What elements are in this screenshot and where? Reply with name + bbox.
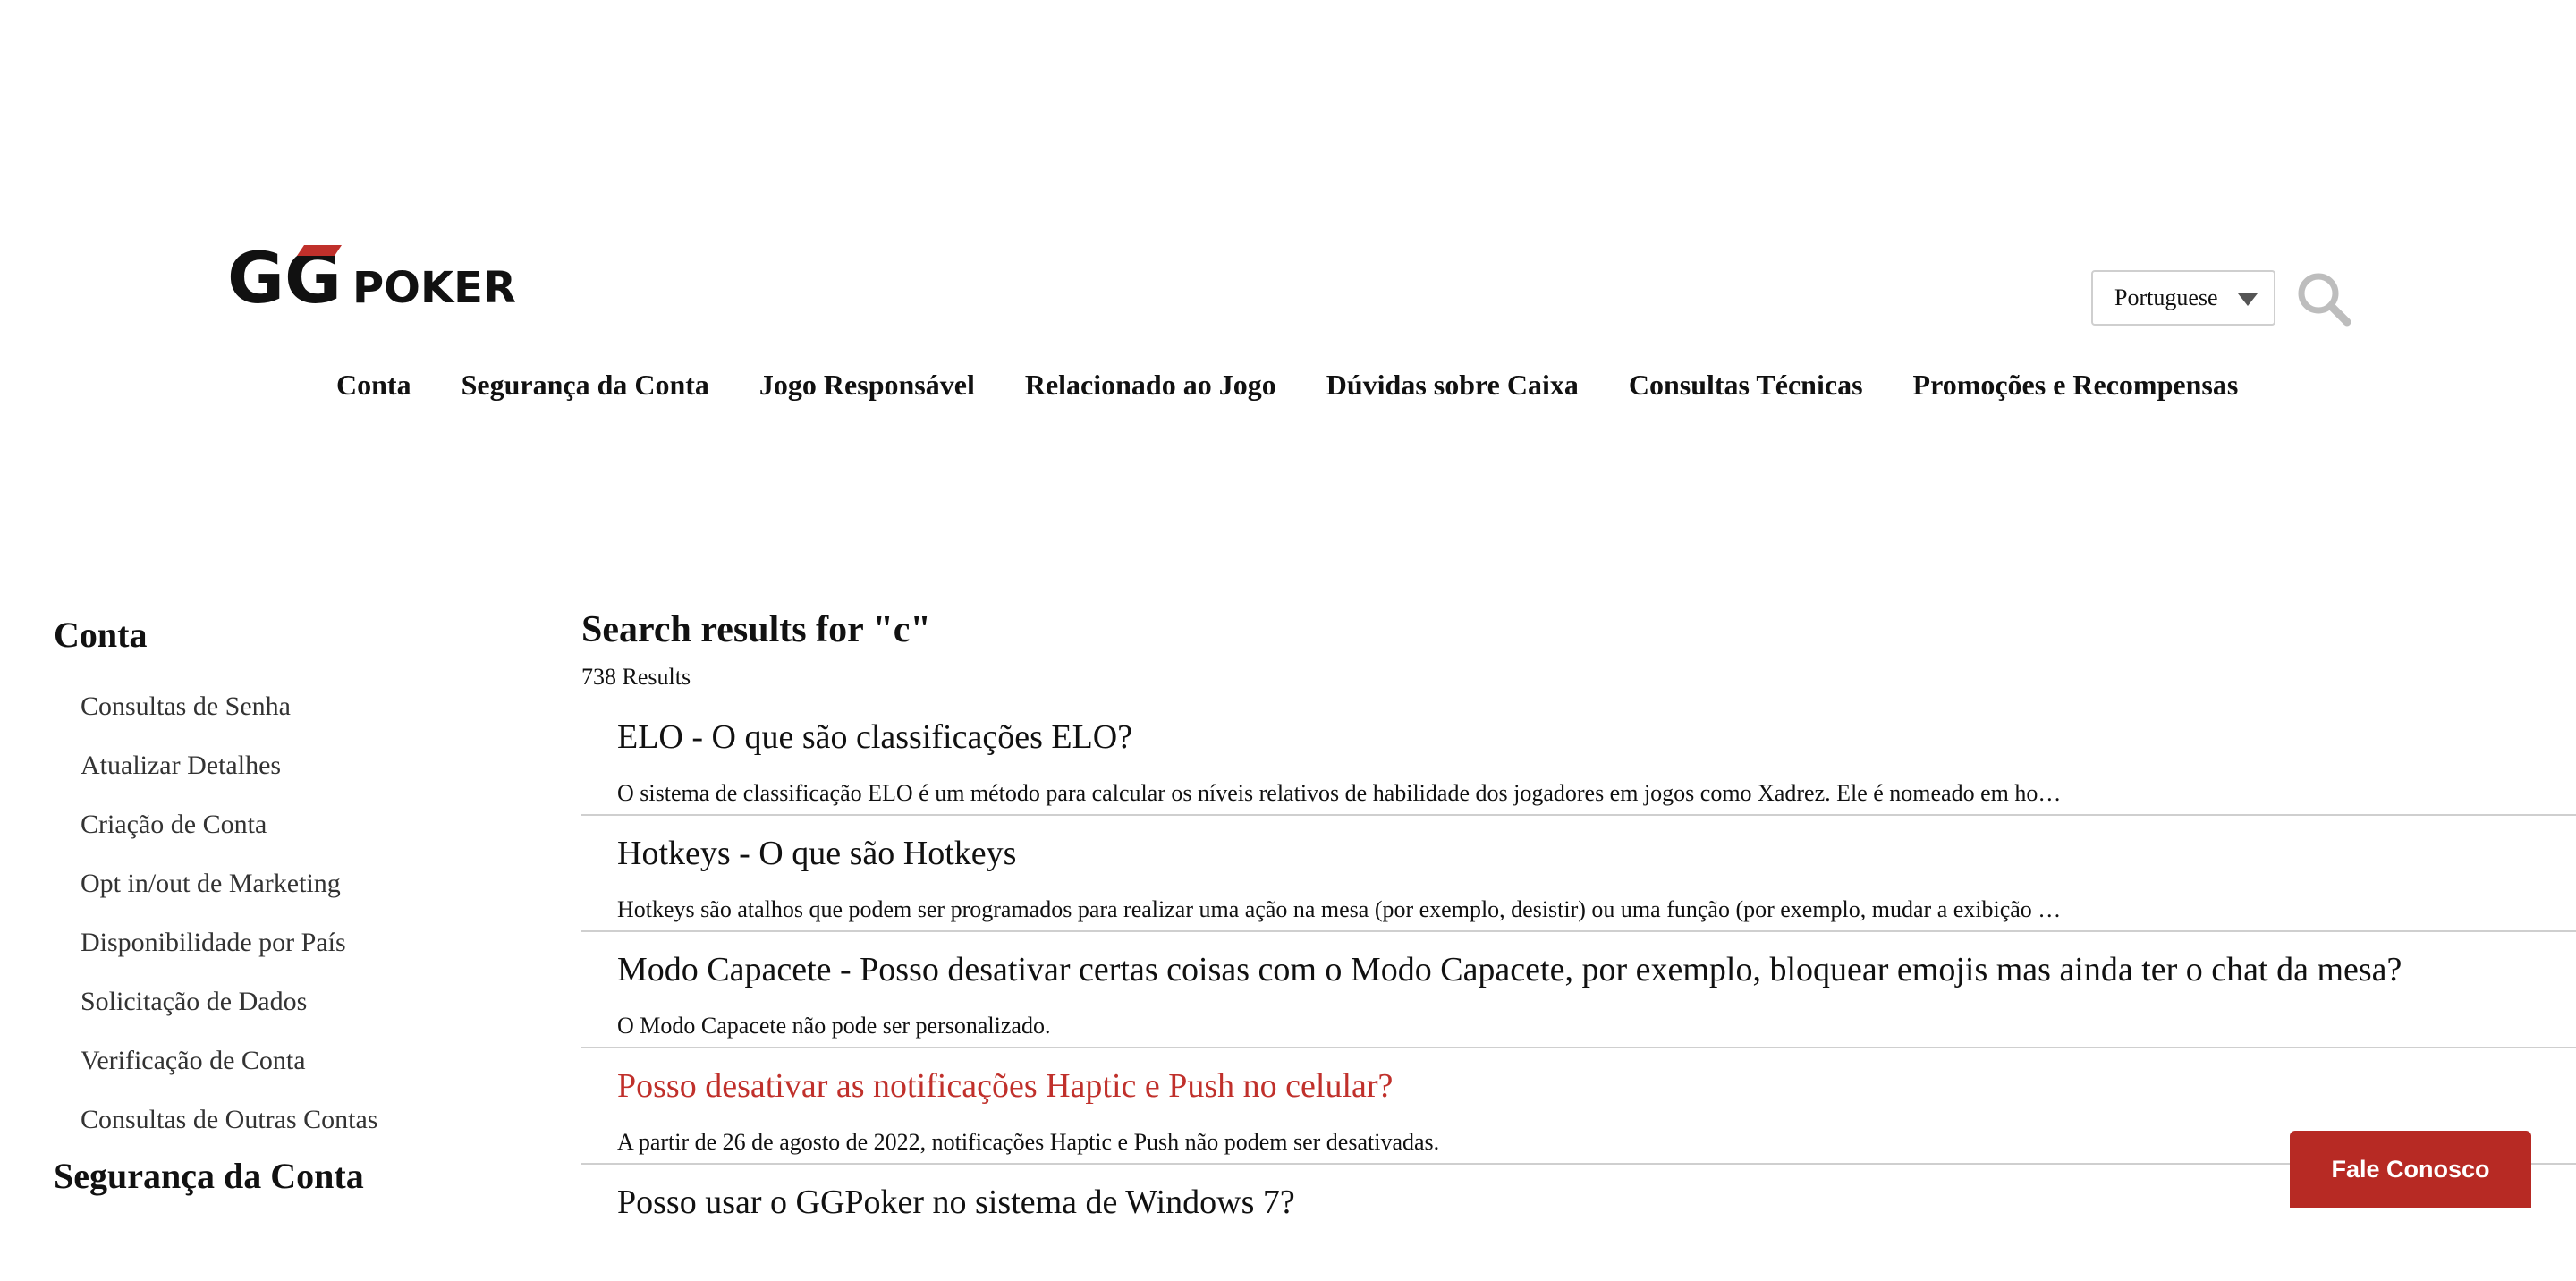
sidebar-item-consultas-senha[interactable]: Consultas de Senha (80, 677, 519, 736)
sidebar-item-outras-contas[interactable]: Consultas de Outras Contas (80, 1090, 519, 1150)
result-snippet: O Modo Capacete não pode ser personaliza… (617, 1013, 1051, 1039)
nav-item-promocoes[interactable]: Promoções e Recompensas (1913, 369, 2239, 402)
chevron-down-icon (2238, 293, 2258, 306)
language-selected-value: Portuguese (2114, 284, 2218, 310)
sidebar-item-criacao-conta[interactable]: Criação de Conta (80, 795, 519, 854)
result-title-hovered[interactable]: Posso desativar as notificações Haptic e… (617, 1066, 1393, 1106)
sidebar-section-title[interactable]: Conta (54, 614, 519, 656)
result-title[interactable]: Hotkeys - O que são Hotkeys (617, 834, 1016, 873)
language-select[interactable]: Portuguese (2091, 270, 2275, 326)
search-icon[interactable] (2295, 270, 2352, 327)
sidebar-list: Consultas de Senha Atualizar Detalhes Cr… (54, 677, 519, 1150)
result-snippet: Hotkeys são atalhos que podem ser progra… (617, 896, 2062, 922)
result-title[interactable]: Modo Capacete - Posso desativar certas c… (617, 950, 2402, 989)
nav-item-relacionado-jogo[interactable]: Relacionado ao Jogo (1025, 369, 1276, 402)
main-nav: Conta Segurança da Conta Jogo Responsáve… (336, 369, 2288, 402)
result-snippet: A partir de 26 de agosto de 2022, notifi… (617, 1129, 1440, 1155)
sidebar-item-opt-marketing[interactable]: Opt in/out de Marketing (80, 854, 519, 913)
sidebar-item-verificacao-conta[interactable]: Verificação de Conta (80, 1031, 519, 1090)
contact-button[interactable]: Fale Conosco (2290, 1131, 2531, 1208)
logo-poker-text: POKER (352, 263, 516, 313)
nav-item-conta[interactable]: Conta (336, 369, 411, 402)
result-item: Posso desativar as notificações Haptic e… (581, 1048, 2576, 1165)
nav-item-seguranca[interactable]: Segurança da Conta (462, 369, 709, 402)
result-title[interactable]: ELO - O que são classificações ELO? (617, 717, 1132, 757)
results-heading: Search results for "c" (581, 609, 931, 650)
sidebar-next-section-title[interactable]: Segurança da Conta (54, 1155, 519, 1197)
result-item: ELO - O que são classificações ELO? O si… (581, 700, 2576, 816)
ggpoker-logo[interactable]: GG POKER (227, 242, 528, 313)
nav-item-duvidas-caixa[interactable]: Dúvidas sobre Caixa (1326, 369, 1579, 402)
search-results: Search results for "c" 738 Results ELO -… (581, 608, 2576, 1281)
sidebar-item-disponibilidade-pais[interactable]: Disponibilidade por País (80, 913, 519, 972)
result-title[interactable]: Posso usar o GGPoker no sistema de Windo… (617, 1183, 1295, 1222)
sidebar: Conta Consultas de Senha Atualizar Detal… (54, 614, 519, 1218)
result-item: Posso usar o GGPoker no sistema de Windo… (581, 1165, 2576, 1281)
result-item: Hotkeys - O que são Hotkeys Hotkeys são … (581, 816, 2576, 932)
result-item: Modo Capacete - Posso desativar certas c… (581, 932, 2576, 1048)
results-count: 738 Results (581, 664, 691, 690)
logo-accent-shape (297, 245, 342, 256)
sidebar-item-solicitacao-dados[interactable]: Solicitação de Dados (80, 972, 519, 1031)
nav-item-jogo-responsavel[interactable]: Jogo Responsável (759, 369, 975, 402)
result-snippet: O sistema de classificação ELO é um méto… (617, 780, 2062, 806)
nav-item-consultas-tecnicas[interactable]: Consultas Técnicas (1629, 369, 1863, 402)
sidebar-item-atualizar-detalhes[interactable]: Atualizar Detalhes (80, 736, 519, 795)
